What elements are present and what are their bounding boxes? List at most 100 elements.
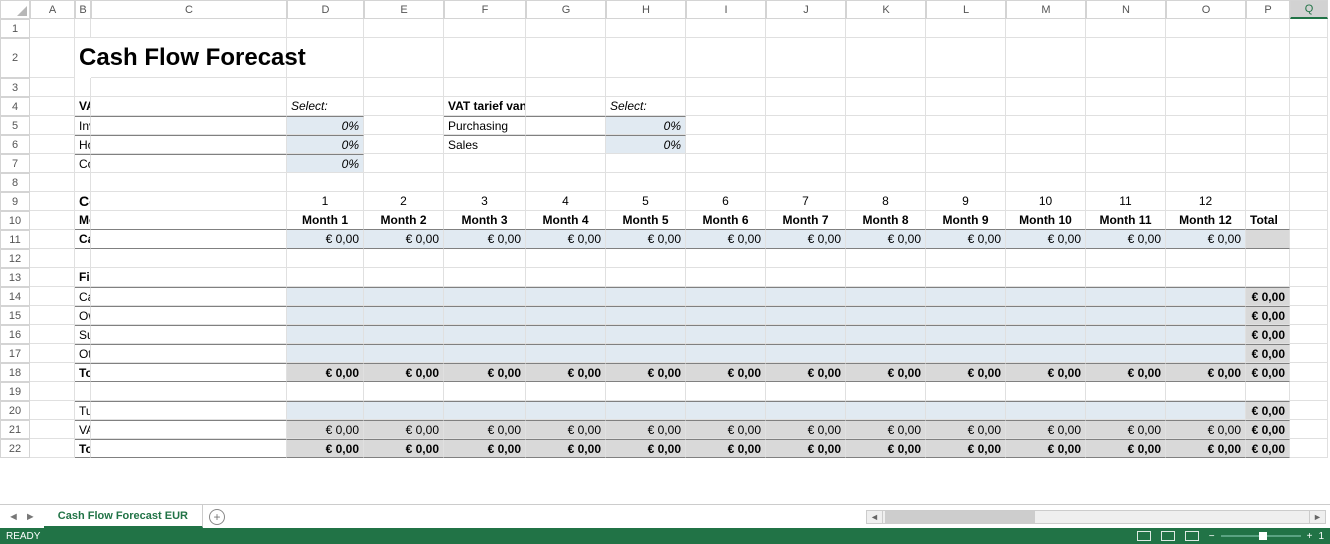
cell[interactable]: [287, 78, 364, 97]
finance-row-value[interactable]: [606, 287, 686, 306]
total-finance-value[interactable]: € 0,00: [444, 363, 526, 382]
cell[interactable]: [606, 154, 686, 173]
col-header-H[interactable]: H: [606, 0, 686, 19]
finance-row-value[interactable]: [1006, 287, 1086, 306]
cell[interactable]: [766, 249, 846, 268]
finance-row-value[interactable]: [526, 344, 606, 363]
cash-bank-value[interactable]: € 0,00: [846, 230, 926, 249]
cell[interactable]: [91, 420, 287, 439]
total-revenue-value[interactable]: € 0,00: [1006, 439, 1086, 458]
cell[interactable]: [444, 78, 526, 97]
cell[interactable]: [364, 116, 444, 135]
cell[interactable]: [1166, 38, 1246, 78]
cell[interactable]: [91, 439, 287, 458]
turnover-value[interactable]: [526, 401, 606, 420]
cell[interactable]: [1086, 97, 1166, 116]
finance-row-value[interactable]: [1086, 344, 1166, 363]
cell[interactable]: [30, 268, 75, 287]
row-header-14[interactable]: 14: [0, 287, 30, 306]
cell[interactable]: [1006, 154, 1086, 173]
cell[interactable]: [1246, 19, 1290, 38]
cell[interactable]: [91, 135, 287, 154]
vat-row-value[interactable]: € 0,00: [364, 420, 444, 439]
sheet-tab-active[interactable]: Cash Flow Forecast EUR: [44, 505, 203, 528]
cell[interactable]: [1006, 38, 1086, 78]
vat-row-total[interactable]: € 0,00: [1246, 420, 1290, 439]
cell[interactable]: [1006, 173, 1086, 192]
cell[interactable]: [30, 306, 75, 325]
tab-prev-icon[interactable]: ►: [25, 511, 36, 523]
cell[interactable]: [287, 382, 364, 401]
finance-row-value[interactable]: [686, 325, 766, 344]
zoom-in-icon[interactable]: +: [1307, 531, 1313, 542]
finance-row-value[interactable]: [364, 344, 444, 363]
cell[interactable]: [444, 173, 526, 192]
cell[interactable]: [926, 38, 1006, 78]
cell[interactable]: [1166, 116, 1246, 135]
cell[interactable]: [846, 382, 926, 401]
vat-right-item-value[interactable]: 0%: [606, 135, 686, 154]
finance-row-value[interactable]: [287, 344, 364, 363]
turnover-value[interactable]: [766, 401, 846, 420]
cell[interactable]: [30, 420, 75, 439]
view-normal-icon[interactable]: [1137, 531, 1151, 541]
finance-row-value[interactable]: [444, 325, 526, 344]
vat-row-value[interactable]: € 0,00: [1006, 420, 1086, 439]
cell[interactable]: [1086, 38, 1166, 78]
finance-row-value[interactable]: [686, 306, 766, 325]
cell[interactable]: [91, 268, 287, 287]
cell[interactable]: [1166, 78, 1246, 97]
cell[interactable]: [1290, 287, 1328, 306]
tab-first-icon[interactable]: ◄: [8, 511, 19, 523]
cell[interactable]: [30, 325, 75, 344]
cell[interactable]: [364, 97, 444, 116]
col-header-C[interactable]: C: [91, 0, 287, 19]
cell[interactable]: [1006, 268, 1086, 287]
cell[interactable]: [686, 173, 766, 192]
cell[interactable]: [1086, 19, 1166, 38]
cell[interactable]: [30, 211, 75, 230]
finance-row-value[interactable]: [287, 325, 364, 344]
scroll-right-icon[interactable]: ►: [1309, 511, 1325, 523]
finance-row-value[interactable]: [1006, 306, 1086, 325]
row-header-12[interactable]: 12: [0, 249, 30, 268]
cell[interactable]: [526, 38, 606, 78]
cell[interactable]: [846, 97, 926, 116]
cell[interactable]: [1290, 97, 1328, 116]
total-finance-value[interactable]: € 0,00: [287, 363, 364, 382]
turnover-value[interactable]: [1086, 401, 1166, 420]
cell[interactable]: [766, 135, 846, 154]
cash-bank-value[interactable]: € 0,00: [287, 230, 364, 249]
horizontal-scrollbar[interactable]: ◄ ►: [231, 505, 1330, 528]
total-revenue-value[interactable]: € 0,00: [444, 439, 526, 458]
cash-bank-value[interactable]: € 0,00: [1086, 230, 1166, 249]
vat-row-value[interactable]: € 0,00: [926, 420, 1006, 439]
cell[interactable]: [1086, 173, 1166, 192]
cell[interactable]: [766, 19, 846, 38]
vat-row-value[interactable]: € 0,00: [526, 420, 606, 439]
cell[interactable]: [846, 116, 926, 135]
total-revenue-value[interactable]: € 0,00: [1166, 439, 1246, 458]
cell[interactable]: [1290, 420, 1328, 439]
cell[interactable]: [1290, 78, 1328, 97]
finance-row-value[interactable]: [846, 325, 926, 344]
turnover-value[interactable]: [1166, 401, 1246, 420]
cell[interactable]: [30, 116, 75, 135]
turnover-total[interactable]: € 0,00: [1246, 401, 1290, 420]
row-header-9[interactable]: 9: [0, 192, 30, 211]
cell[interactable]: [1166, 173, 1246, 192]
cell[interactable]: [686, 382, 766, 401]
col-header-K[interactable]: K: [846, 0, 926, 19]
total-finance-value[interactable]: € 0,00: [1166, 363, 1246, 382]
cell[interactable]: [30, 401, 75, 420]
cell[interactable]: [766, 268, 846, 287]
total-revenue-total[interactable]: € 0,00: [1246, 439, 1290, 458]
cell[interactable]: [766, 116, 846, 135]
total-revenue-value[interactable]: € 0,00: [364, 439, 444, 458]
cell[interactable]: [1246, 38, 1290, 78]
cell[interactable]: [1290, 382, 1328, 401]
vat-left-item-value[interactable]: 0%: [287, 135, 364, 154]
scroll-thumb[interactable]: [885, 511, 1035, 523]
finance-row-total[interactable]: € 0,00: [1246, 306, 1290, 325]
finance-row-value[interactable]: [1166, 306, 1246, 325]
